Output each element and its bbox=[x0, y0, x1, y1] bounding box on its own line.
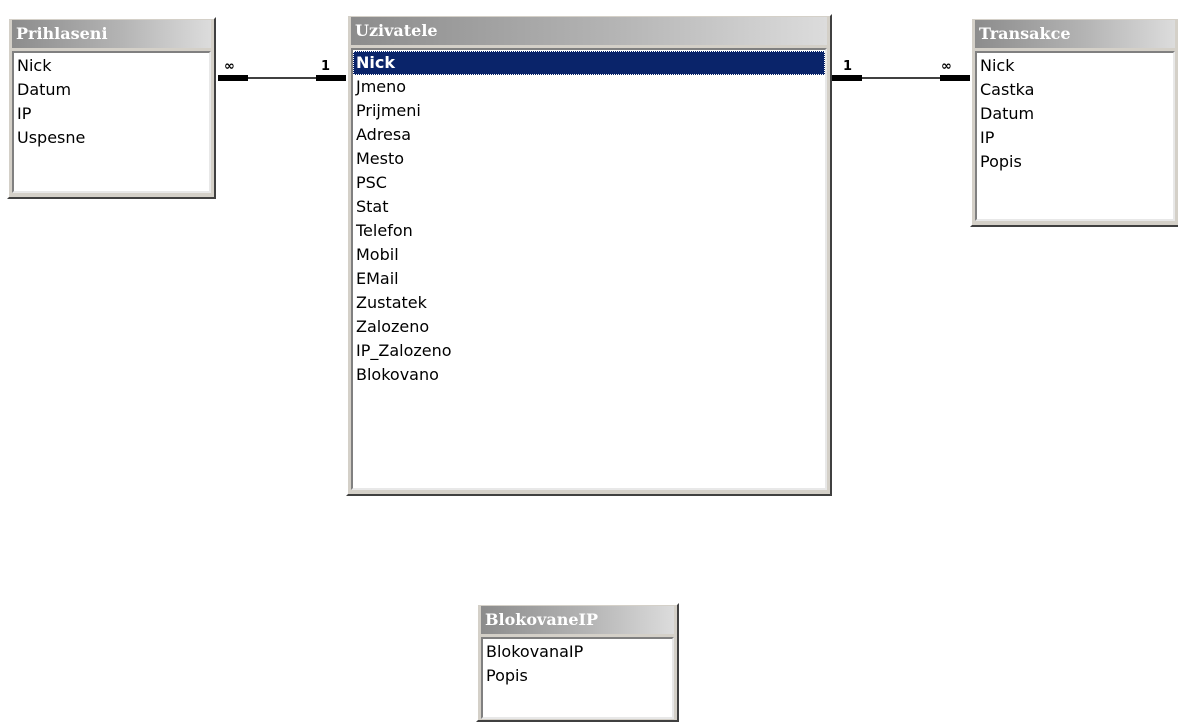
field-item[interactable]: Popis bbox=[483, 664, 672, 688]
many-end-marker bbox=[940, 75, 970, 81]
field-list[interactable]: Nick Castka Datum IP Popis bbox=[975, 51, 1175, 221]
field-item[interactable]: Jmeno bbox=[353, 75, 825, 99]
many-cardinality-label: ∞ bbox=[941, 59, 952, 74]
field-item[interactable]: Nick bbox=[977, 54, 1173, 78]
one-cardinality-label: 1 bbox=[843, 59, 852, 74]
field-item[interactable]: IP_Zalozeno bbox=[353, 339, 825, 363]
table-transakce[interactable]: Transakce Nick Castka Datum IP Popis bbox=[970, 17, 1178, 227]
field-item[interactable]: EMail bbox=[353, 267, 825, 291]
table-title[interactable]: Transakce bbox=[975, 20, 1175, 48]
table-title[interactable]: BlokovaneIP bbox=[481, 606, 674, 634]
field-item[interactable]: Prijmeni bbox=[353, 99, 825, 123]
field-item[interactable]: PSC bbox=[353, 171, 825, 195]
field-item[interactable]: Popis bbox=[977, 150, 1173, 174]
table-prihlaseni[interactable]: Prihlaseni Nick Datum IP Uspesne bbox=[7, 17, 216, 199]
field-list[interactable]: Nick Datum IP Uspesne bbox=[12, 51, 211, 193]
field-item[interactable]: Datum bbox=[14, 78, 209, 102]
field-item-selected[interactable]: Nick bbox=[353, 51, 825, 75]
table-uzivatele[interactable]: Uzivatele Nick Jmeno Prijmeni Adresa Mes… bbox=[346, 14, 832, 496]
field-item[interactable]: IP bbox=[977, 126, 1173, 150]
field-item[interactable]: Uspesne bbox=[14, 126, 209, 150]
field-item[interactable]: Zustatek bbox=[353, 291, 825, 315]
many-cardinality-label: ∞ bbox=[224, 59, 235, 74]
field-item[interactable]: Mesto bbox=[353, 147, 825, 171]
field-item[interactable]: Mobil bbox=[353, 243, 825, 267]
field-item[interactable]: Castka bbox=[977, 78, 1173, 102]
table-title[interactable]: Uzivatele bbox=[351, 17, 827, 45]
field-list[interactable]: Nick Jmeno Prijmeni Adresa Mesto PSC Sta… bbox=[351, 48, 827, 490]
relationship-prihlaseni-uzivatele[interactable]: ∞ 1 bbox=[218, 59, 346, 81]
field-item[interactable]: Telefon bbox=[353, 219, 825, 243]
field-item[interactable]: IP bbox=[14, 102, 209, 126]
table-title[interactable]: Prihlaseni bbox=[12, 20, 211, 48]
relationship-uzivatele-transakce[interactable]: 1 ∞ bbox=[832, 59, 970, 81]
field-list[interactable]: BlokovanaIP Popis bbox=[481, 637, 674, 719]
field-item[interactable]: Nick bbox=[14, 54, 209, 78]
one-end-marker bbox=[316, 75, 346, 81]
field-item[interactable]: Blokovano bbox=[353, 363, 825, 387]
table-blokovaneip[interactable]: BlokovaneIP BlokovanaIP Popis bbox=[476, 603, 679, 722]
field-item[interactable]: Zalozeno bbox=[353, 315, 825, 339]
one-end-marker bbox=[832, 75, 862, 81]
many-end-marker bbox=[218, 75, 248, 81]
field-item[interactable]: Stat bbox=[353, 195, 825, 219]
one-cardinality-label: 1 bbox=[321, 59, 330, 74]
field-item[interactable]: Adresa bbox=[353, 123, 825, 147]
field-item[interactable]: Datum bbox=[977, 102, 1173, 126]
field-item[interactable]: BlokovanaIP bbox=[483, 640, 672, 664]
